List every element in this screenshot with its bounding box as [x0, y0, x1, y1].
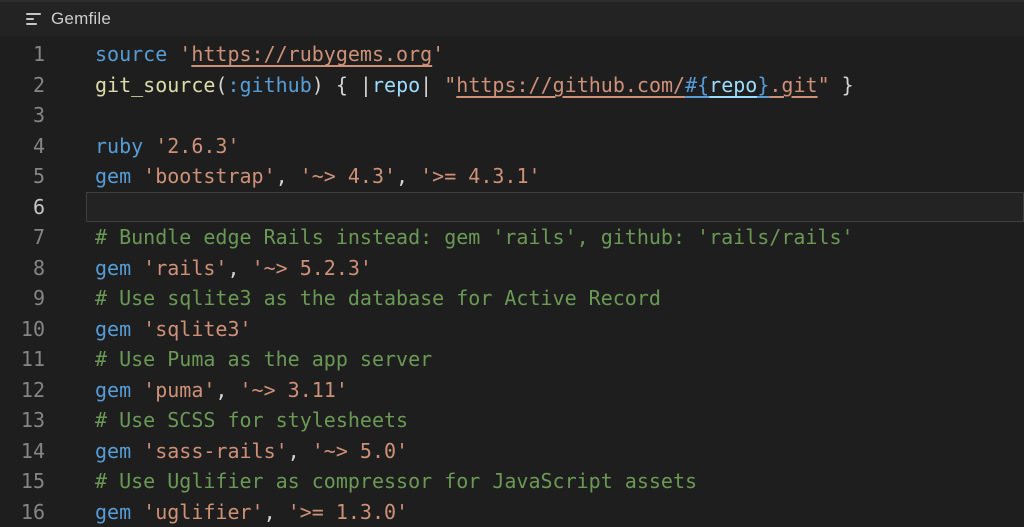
line-number[interactable]: 1	[0, 42, 45, 66]
file-lines-icon	[26, 12, 41, 26]
code-line[interactable]: 7 # Bundle edge Rails instead: gem 'rails…	[0, 222, 1024, 253]
code-content: gem 'uglifier', '>= 1.3.0'	[95, 499, 409, 524]
code-content: # Use SCSS for stylesheets	[95, 408, 409, 433]
code-line[interactable]: 11 # Use Puma as the app server	[0, 344, 1024, 375]
line-number[interactable]: 11	[0, 347, 45, 371]
code-content: ruby '2.6.3'	[95, 133, 240, 158]
editor-title-bar: Gemfile	[0, 0, 1024, 36]
line-number[interactable]: 3	[0, 103, 45, 127]
code-content: gem 'sass-rails', '~> 5.0'	[95, 438, 409, 463]
line-number[interactable]: 16	[0, 500, 45, 524]
code-line[interactable]: 14 gem 'sass-rails', '~> 5.0'	[0, 436, 1024, 467]
code-line[interactable]: 15 # Use Uglifier as compressor for JavaS…	[0, 466, 1024, 497]
code-line[interactable]: 8 gem 'rails', '~> 5.2.3'	[0, 253, 1024, 284]
code-line[interactable]: 13 # Use SCSS for stylesheets	[0, 405, 1024, 436]
code-line[interactable]: 1 source 'https://rubygems.org'	[0, 39, 1024, 70]
code-editor[interactable]: 1 source 'https://rubygems.org' 2 git_sourc…	[0, 36, 1024, 527]
file-title: Gemfile	[51, 9, 111, 28]
line-number[interactable]: 13	[0, 408, 45, 432]
line-number[interactable]: 14	[0, 439, 45, 463]
code-content: # Use sqlite3 as the database for Active…	[95, 286, 661, 311]
code-line[interactable]: 2 git_source(:github) { |repo| "https://g…	[0, 70, 1024, 101]
code-line[interactable]: 12 gem 'puma', '~> 3.11'	[0, 375, 1024, 406]
code-line[interactable]: 3	[0, 100, 1024, 131]
line-number[interactable]: 7	[0, 225, 45, 249]
line-number[interactable]: 15	[0, 469, 45, 493]
code-line[interactable]: 6	[0, 191, 1024, 223]
code-content: source 'https://rubygems.org'	[95, 42, 445, 67]
code-content: # Use Uglifier as compressor for JavaScr…	[95, 469, 698, 494]
code-content: gem 'bootstrap', '~> 4.3', '>= 4.3.1'	[95, 164, 541, 189]
line-number[interactable]: 2	[0, 73, 45, 97]
code-content: # Use Puma as the app server	[95, 347, 433, 372]
line-number[interactable]: 5	[0, 164, 45, 188]
code-content: gem 'sqlite3'	[95, 316, 252, 341]
line-number[interactable]: 8	[0, 256, 45, 280]
code-content: gem 'rails', '~> 5.2.3'	[95, 255, 372, 280]
line-number[interactable]: 9	[0, 286, 45, 310]
line-number[interactable]: 12	[0, 378, 45, 402]
code-line[interactable]: 9 # Use sqlite3 as the database for Activ…	[0, 283, 1024, 314]
code-line[interactable]: 16 gem 'uglifier', '>= 1.3.0'	[0, 497, 1024, 527]
code-line[interactable]: 4 ruby '2.6.3'	[0, 131, 1024, 162]
code-line[interactable]: 5 gem 'bootstrap', '~> 4.3', '>= 4.3.1'	[0, 161, 1024, 192]
code-lines: 1 source 'https://rubygems.org' 2 git_sourc…	[0, 39, 1024, 527]
line-number[interactable]: 6	[0, 195, 45, 219]
code-content: # Bundle edge Rails instead: gem 'rails'…	[95, 225, 854, 250]
line-number[interactable]: 10	[0, 317, 45, 341]
code-line[interactable]: 10 gem 'sqlite3'	[0, 314, 1024, 345]
line-number[interactable]: 4	[0, 134, 45, 158]
code-content: gem 'puma', '~> 3.11'	[95, 377, 348, 402]
code-content: git_source(:github) { |repo| "https://gi…	[95, 72, 854, 97]
